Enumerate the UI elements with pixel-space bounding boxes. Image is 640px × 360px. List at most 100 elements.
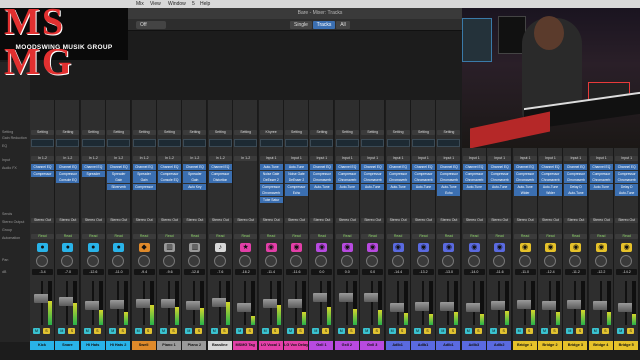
mute-button[interactable]: M [33,328,40,334]
eq-thumbnail[interactable] [310,139,334,147]
pan-knob[interactable] [366,255,379,267]
audio-fx-slot[interactable]: Compressor [539,170,562,177]
pan-knob[interactable] [188,255,201,267]
eq-thumbnail[interactable] [285,139,308,147]
automation-read-button[interactable]: Read [132,234,156,239]
audio-fx-slot[interactable]: Auto-Tune [437,183,461,190]
audio-fx-slot[interactable]: Console EQ [158,177,181,183]
track-name[interactable]: Snare [55,341,80,350]
audio-fx-slot[interactable]: Spreader [183,170,207,177]
automation-read-button[interactable]: Read [488,234,512,239]
solo-button[interactable]: S [576,328,584,334]
setting-button[interactable]: Setting [310,130,334,135]
pan-knob[interactable] [417,255,429,267]
solo-button[interactable]: S [424,328,431,334]
output-slot[interactable]: Stereo Out [589,218,613,223]
audio-fx-slot[interactable]: Compressor [208,170,232,177]
audio-fx-slot[interactable]: Chromaverb [386,177,410,183]
audio-fx-slot[interactable]: Auto-Tune [589,183,613,190]
audio-fx-slot[interactable]: Compressor [310,170,334,177]
audio-fx-slot[interactable]: Channel EQ [564,164,588,170]
audio-fx-slot[interactable]: Auto-Tune [462,183,486,190]
audio-fx-slot[interactable]: Echo [285,190,308,196]
solo-button[interactable]: S [170,328,177,334]
track-name[interactable]: Kick [30,341,54,350]
output-slot[interactable]: Stereo Out [539,218,562,223]
output-slot[interactable]: Stereo Out [107,218,131,223]
mute-button[interactable]: M [414,328,421,334]
audio-fx-slot[interactable]: Compressor [437,170,461,177]
input-slot[interactable]: Input 1 [539,156,562,161]
mute-button[interactable]: M [566,328,574,334]
output-slot[interactable]: Stereo Out [310,218,334,223]
mute-button[interactable]: M [109,328,117,334]
input-slot[interactable]: Input 1 [361,156,385,161]
eq-thumbnail[interactable] [361,139,385,147]
input-slot[interactable]: Input 1 [462,156,486,161]
audio-fx-slot[interactable]: Auto-Tune [539,183,562,190]
track-name[interactable]: Piano 1 [157,341,181,350]
eq-thumbnail[interactable] [158,139,181,147]
pan-knob[interactable] [36,255,48,267]
automation-read-button[interactable]: Read [513,234,537,239]
audio-fx-slot[interactable]: Delay D [564,183,588,190]
audio-fx-slot[interactable]: Auto-Tune [488,183,512,190]
track-name[interactable]: Bridge 3 [563,341,588,350]
audio-fx-slot[interactable]: Channel EQ [437,164,461,170]
pan-knob[interactable] [61,255,74,267]
track-name[interactable]: AdIb1 [436,341,461,350]
pan-knob[interactable] [620,255,633,267]
track-name[interactable]: AdIb2 [487,341,512,350]
pan-knob[interactable] [213,255,226,267]
audio-fx-slot[interactable]: Wider [539,190,562,196]
mute-button[interactable]: M [541,328,548,334]
audio-fx-slot[interactable]: Noise Gate [285,170,308,177]
mute-button[interactable]: M [134,328,142,334]
audio-fx-slot[interactable]: Wider [513,190,537,196]
input-slot[interactable]: In 1-2 [81,156,105,161]
audio-fx-slot[interactable]: Delay D [615,183,639,190]
audio-fx-slot[interactable]: Chromaverb [412,177,435,183]
audio-fx-slot[interactable]: Compressor [462,170,486,177]
audio-fx-slot[interactable]: Chromaverb [310,177,334,183]
automation-read-button[interactable]: Read [335,234,359,239]
audio-fx-slot[interactable]: Compressor [361,170,385,177]
output-slot[interactable]: Stereo Out [335,218,359,223]
input-slot[interactable]: Input 1 [589,156,613,161]
audio-fx-slot[interactable]: Auto-Tune [361,183,385,190]
audio-fx-slot[interactable]: Channel EQ [107,164,131,170]
audio-fx-slot[interactable]: Chromaverb [488,177,512,183]
solo-button[interactable]: S [43,328,50,334]
pan-knob[interactable] [467,255,480,267]
view-tracks-button[interactable]: Tracks [313,21,335,29]
mute-button[interactable]: M [287,328,294,334]
input-slot[interactable]: Input 1 [615,156,639,161]
automation-read-button[interactable]: Read [56,234,80,239]
track-name[interactable]: Bridge 4 [588,341,613,350]
audio-fx-slot[interactable]: Compressor [56,170,80,177]
audio-fx-slot[interactable]: Gain [183,177,207,183]
menu-item-window[interactable]: Window [168,0,186,8]
solo-button[interactable]: S [297,328,304,334]
audio-fx-slot[interactable]: Chromaverb [513,177,537,183]
track-name[interactable]: Gxll 2 [334,341,359,350]
pan-knob[interactable] [493,255,506,267]
setting-button[interactable]: Setting [183,130,207,135]
audio-fx-slot[interactable]: Chromaverb [437,177,461,183]
audio-fx-slot[interactable]: Channel EQ [81,164,105,170]
audio-fx-slot[interactable]: Channel EQ [412,164,435,170]
audio-fx-slot[interactable]: Spreader [107,170,131,177]
audio-fx-slot[interactable]: Chromaverb [539,177,562,183]
audio-fx-slot[interactable]: Chromaverb [335,177,359,183]
output-slot[interactable]: Stereo Out [81,218,105,223]
mute-button[interactable]: M [464,328,472,334]
menu-item-mix[interactable]: Mix [136,0,144,8]
output-slot[interactable]: Stereo Out [259,218,283,223]
audio-fx-slot[interactable]: Auto-Tune [310,183,334,190]
audio-fx-slot[interactable]: Channel EQ [183,164,207,170]
solo-button[interactable]: S [398,328,406,334]
output-slot[interactable]: Stereo Out [158,218,181,223]
solo-button[interactable]: S [119,328,127,334]
setting-button[interactable]: Khyree [259,130,283,135]
automation-read-button[interactable]: Read [412,234,435,239]
